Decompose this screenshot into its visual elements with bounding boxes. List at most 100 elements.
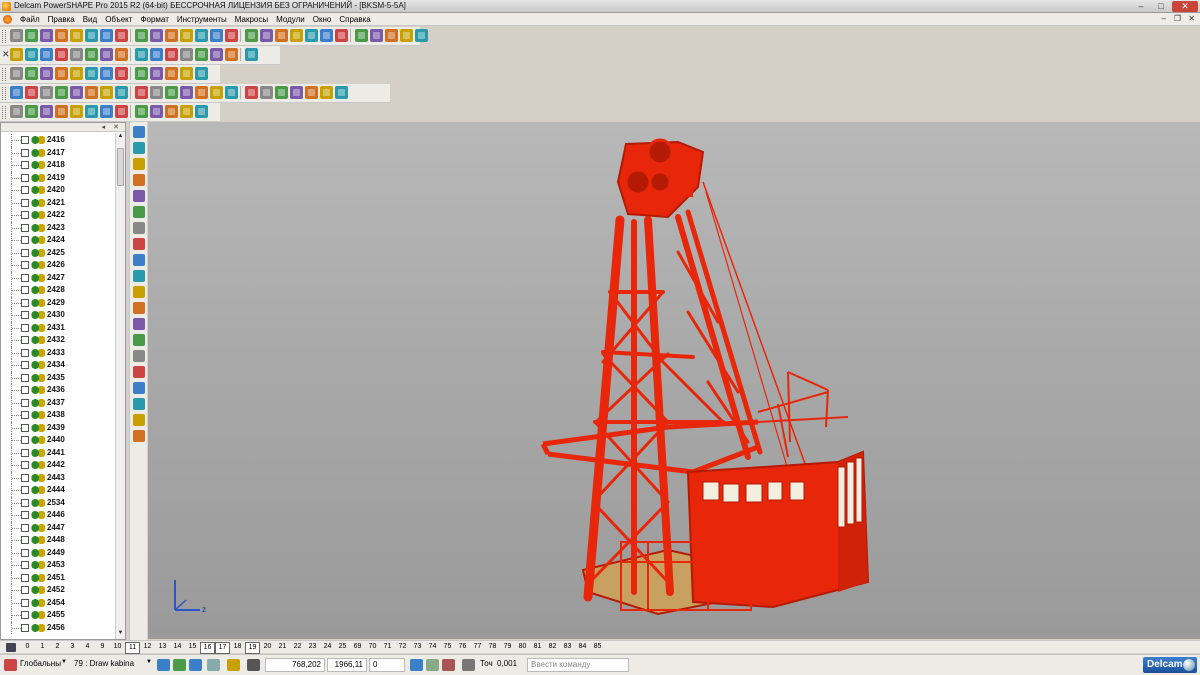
create-tool-icon[interactable] [133,190,145,202]
toolbar-close-icon[interactable]: ✕ [2,49,10,60]
view-tool-icon[interactable] [210,48,223,61]
main-tool-icon[interactable] [100,29,113,42]
expand-icon[interactable] [21,573,29,582]
tree-item[interactable]: 2455 [1,609,115,622]
workplane-icon[interactable] [426,659,439,671]
expand-icon[interactable] [21,411,29,419]
tree-item[interactable]: 2420 [1,184,115,197]
create-tool-icon[interactable] [133,222,145,234]
menu-help[interactable]: Справка [335,15,374,24]
selection-tool-icon[interactable] [70,86,83,99]
expand-icon[interactable] [21,323,29,332]
create-tool-icon[interactable] [133,270,145,282]
maximize-button[interactable]: □ [1152,1,1170,12]
object-tool-icon[interactable] [150,105,163,118]
workplane-select[interactable]: Глобальны [20,659,61,668]
selection-tool-icon[interactable] [290,86,303,99]
level-tab[interactable]: 74 [425,642,440,654]
create-tool-icon[interactable] [133,318,145,330]
view-tool-icon[interactable] [135,48,148,61]
level-tab[interactable]: 79 [500,642,515,654]
main-tool-icon[interactable] [245,29,258,42]
expand-icon[interactable] [21,298,29,307]
expand-icon[interactable] [21,173,29,182]
level-tab[interactable]: 19 [245,642,260,654]
level-tab[interactable]: 11 [125,642,140,654]
create-tool-icon[interactable] [133,206,145,218]
tree-item[interactable]: 2442 [1,459,115,472]
object-tool-icon[interactable] [25,105,38,118]
shading-tool-icon[interactable] [55,67,68,80]
menu-object[interactable]: Объект [101,15,136,24]
document-icon[interactable] [3,15,12,24]
level-tab[interactable]: 76 [455,642,470,654]
selection-tool-icon[interactable] [55,86,68,99]
minimize-button[interactable]: – [1132,1,1150,12]
view-tool-icon[interactable] [70,48,83,61]
create-tool-icon[interactable] [133,158,145,170]
create-tool-icon[interactable] [133,238,145,250]
tree-item[interactable]: 2429 [1,296,115,309]
selection-tool-icon[interactable] [115,86,128,99]
expand-icon[interactable] [21,198,29,207]
tree-item[interactable]: 2448 [1,534,115,547]
tree-item[interactable]: 2444 [1,484,115,497]
tolerance-icon[interactable] [462,659,475,671]
level-tab[interactable]: 23 [305,642,320,654]
main-tool-icon[interactable] [335,29,348,42]
tree-item[interactable]: 2434 [1,359,115,372]
tree-item[interactable]: 2453 [1,559,115,572]
level-tab[interactable]: 69 [350,642,365,654]
level-tab[interactable]: 80 [515,642,530,654]
shading-tool-icon[interactable] [180,67,193,80]
level-tab[interactable]: 81 [530,642,545,654]
level-tab[interactable]: 72 [395,642,410,654]
selection-tool-icon[interactable] [25,86,38,99]
expand-icon[interactable] [21,536,29,544]
main-tool-icon[interactable] [115,29,128,42]
main-tool-icon[interactable] [85,29,98,42]
create-tool-icon[interactable] [133,142,145,154]
level-tab[interactable]: 4 [80,642,95,654]
main-tool-icon[interactable] [150,29,163,42]
tree-scrollbar[interactable]: ▲ ▼ [115,133,125,639]
main-tool-icon[interactable] [180,29,193,42]
object-tool-icon[interactable] [100,105,113,118]
tree-item[interactable]: 2418 [1,159,115,172]
grid-icon[interactable] [247,659,260,671]
tree-item[interactable]: 2421 [1,196,115,209]
mdi-restore-button[interactable]: ❐ [1174,14,1181,23]
menu-file[interactable]: Файл [16,15,44,24]
cube-icon[interactable] [157,659,170,671]
tree-item[interactable]: 2430 [1,309,115,322]
expand-icon[interactable] [21,386,29,394]
expand-icon[interactable] [21,486,29,494]
tree-item[interactable]: 2456 [1,621,115,634]
level-tab[interactable]: 75 [440,642,455,654]
level-tab[interactable]: 21 [275,642,290,654]
main-tool-icon[interactable] [135,29,148,42]
level-tab[interactable]: 14 [170,642,185,654]
create-tool-icon[interactable] [133,430,145,442]
workplane-dropdown-icon[interactable]: ▼ [61,659,67,665]
selection-tool-icon[interactable] [165,86,178,99]
expand-icon[interactable] [21,211,29,219]
tree-item[interactable]: 2534 [1,496,115,509]
view-tool-icon[interactable] [195,48,208,61]
expand-icon[interactable] [21,361,29,369]
expand-icon[interactable] [21,286,29,294]
level-tab[interactable]: 9 [95,642,110,654]
tree-item[interactable]: 2427 [1,271,115,284]
expand-icon[interactable] [21,373,29,382]
expand-icon[interactable] [21,586,29,594]
tree-item[interactable]: 2422 [1,209,115,222]
calculator-icon[interactable] [410,659,423,671]
tree-item[interactable]: 2432 [1,334,115,347]
selection-tool-icon[interactable] [245,86,258,99]
object-tool-icon[interactable] [10,105,23,118]
graphics-viewport[interactable]: z [148,122,1200,639]
expand-icon[interactable] [21,436,29,444]
expand-icon[interactable] [21,348,29,357]
level-tab[interactable]: 15 [185,642,200,654]
view-tool-icon[interactable] [40,48,53,61]
